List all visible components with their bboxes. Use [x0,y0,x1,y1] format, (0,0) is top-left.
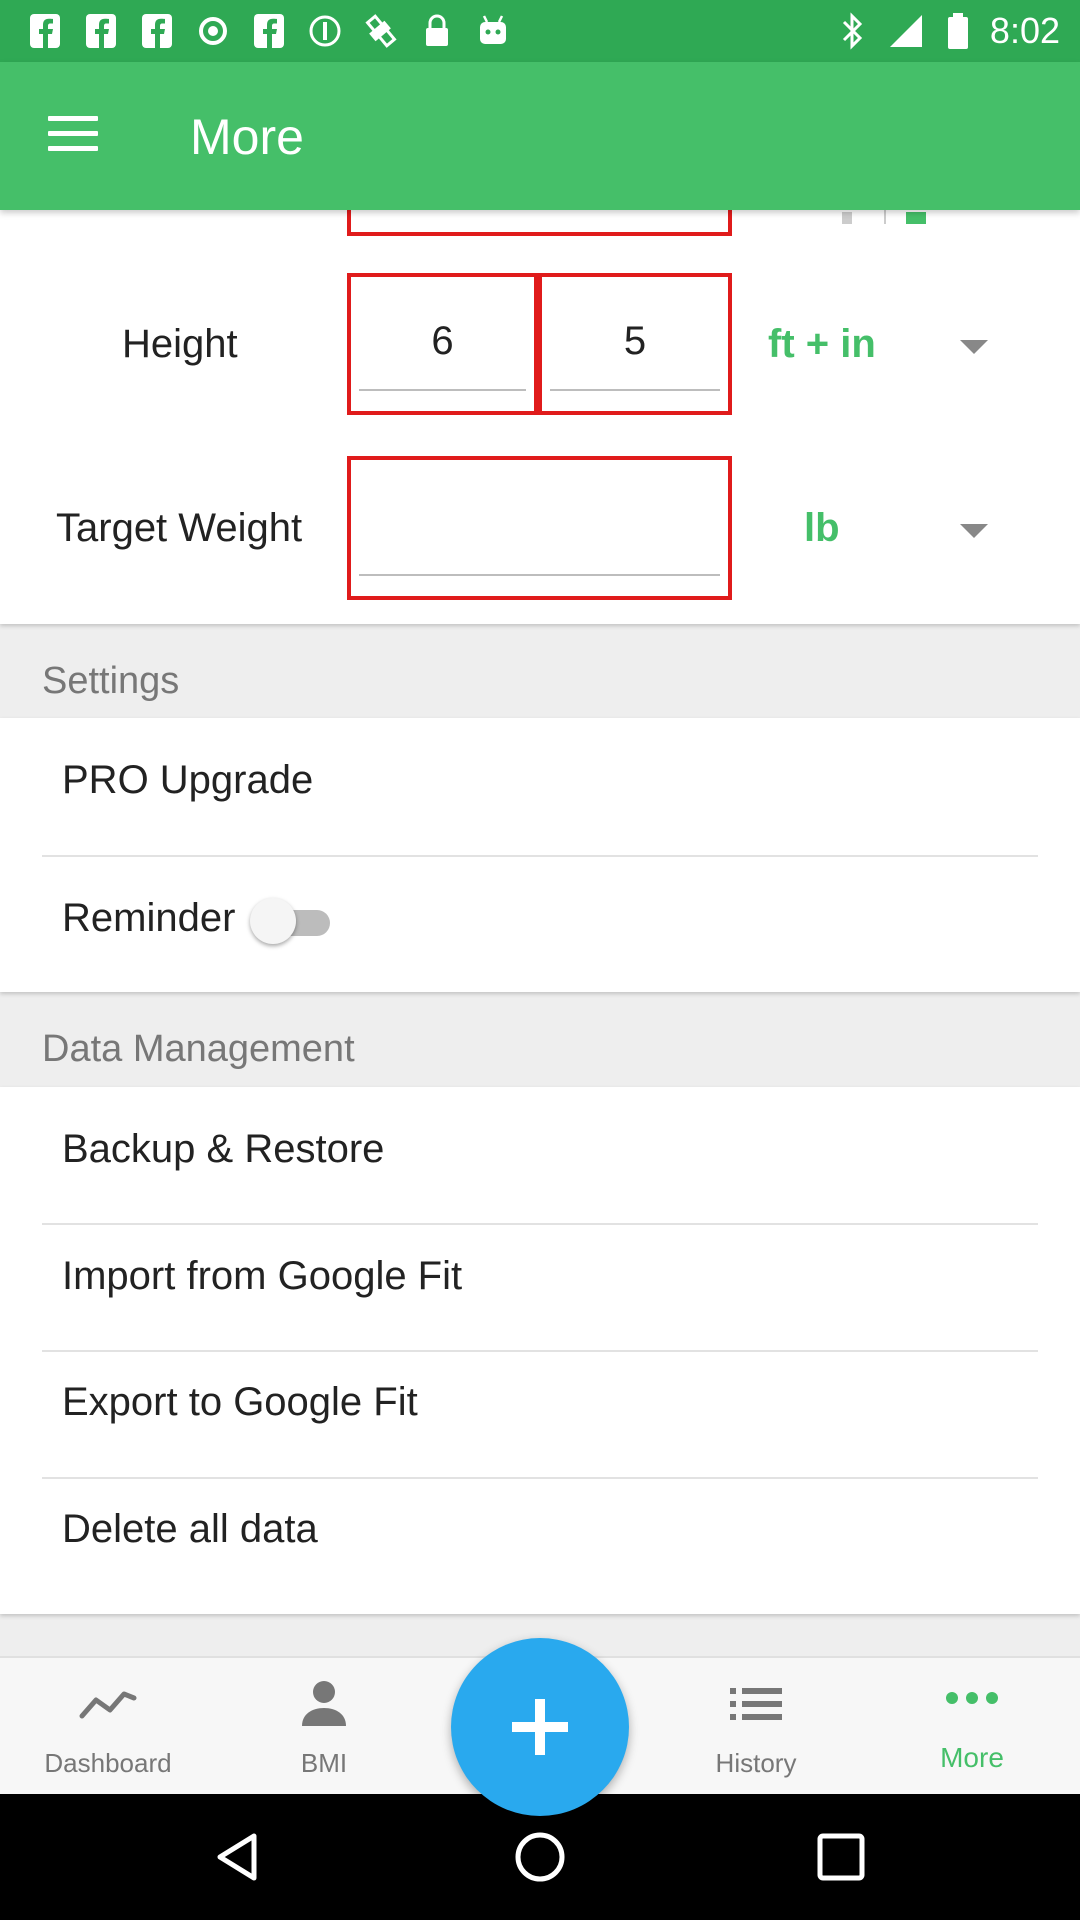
height-inches-field[interactable]: 5 [538,273,732,415]
target-weight-field[interactable] [347,456,732,600]
nav-dashboard-label: Dashboard [44,1748,172,1778]
status-bar: 8:02 [0,0,1080,62]
import-google-fit-label: Import from Google Fit [62,1254,463,1298]
delete-all-data-label: Delete all data [62,1507,318,1551]
backup-restore-item[interactable]: Backup & Restore [0,1087,1080,1213]
nav-more-label: More [940,1742,1004,1773]
import-google-fit-item[interactable]: Import from Google Fit [0,1214,1080,1340]
recents-icon[interactable] [816,1832,866,1882]
battery-icon [947,13,968,49]
nav-bmi-label: BMI [300,1748,348,1778]
more-dots-icon [946,1692,998,1704]
info-icon [309,15,341,47]
backup-restore-label: Backup & Restore [62,1127,385,1171]
data-management-section-header: Data Management [42,1028,355,1070]
settings-card: PRO Upgrade Reminder [0,718,1080,992]
target-weight-label: Target Weight [56,506,303,550]
facebook-icon [142,14,172,48]
nav-dashboard[interactable]: Dashboard [0,1658,216,1796]
status-system-icons: 8:02 [840,10,1060,52]
height-feet-underline [359,389,526,391]
status-notification-icons [28,12,510,50]
scrolled-indicator [842,212,852,224]
app-bar: More [0,62,1080,210]
nav-bmi[interactable]: BMI [216,1658,432,1796]
home-icon[interactable] [513,1830,567,1884]
fake-gps-icon [365,14,397,48]
nav-more[interactable]: More [864,1658,1080,1796]
export-google-fit-label: Export to Google Fit [62,1380,418,1424]
record-icon [199,17,227,45]
weight-unit-dropdown-arrow-icon[interactable] [960,524,988,538]
settings-section-header: Settings [42,660,180,702]
weight-unit-select[interactable]: lb [804,506,840,551]
target-weight-underline [359,574,720,576]
trend-line-icon [79,1691,137,1719]
export-google-fit-item[interactable]: Export to Google Fit [0,1340,1080,1466]
height-feet-field[interactable]: 6 [347,273,538,415]
height-label: Height [122,322,238,366]
nav-history-label: History [715,1748,797,1778]
scrolled-indicator-active [906,212,926,224]
facebook-icon [254,14,284,48]
person-icon [302,1681,346,1726]
data-management-card: Backup & Restore Import from Google Fit … [0,1087,1080,1614]
android-icon [480,15,506,44]
height-inches-value: 5 [623,319,647,363]
height-unit-dropdown-arrow-icon[interactable] [960,340,988,354]
toggle-thumb [250,898,296,944]
pro-upgrade-item[interactable]: PRO Upgrade [0,718,1080,844]
bluetooth-icon [842,12,863,50]
signal-icon [889,15,922,47]
height-inches-underline [550,389,720,391]
height-unit-select[interactable]: ft + in [768,322,876,367]
scrolled-divider [884,210,886,224]
reminder-label: Reminder [62,896,236,940]
height-feet-value: 6 [431,319,454,363]
pro-upgrade-label: PRO Upgrade [62,758,314,802]
facebook-icon [30,14,60,48]
back-icon[interactable] [210,1830,264,1884]
reminder-item: Reminder [0,856,1080,982]
hamburger-menu-icon[interactable] [48,116,98,156]
facebook-icon [86,14,116,48]
nav-history[interactable]: History [648,1658,864,1796]
profile-card: Height 6 5 ft + in Target Weight lb [0,200,1080,624]
page-title: More [190,109,304,165]
add-entry-button[interactable] [451,1638,629,1816]
reminder-toggle[interactable] [250,896,340,946]
delete-all-data-item[interactable]: Delete all data [0,1467,1080,1593]
list-icon [730,1688,782,1720]
status-time: 8:02 [989,10,1060,51]
lock-icon [426,14,448,46]
